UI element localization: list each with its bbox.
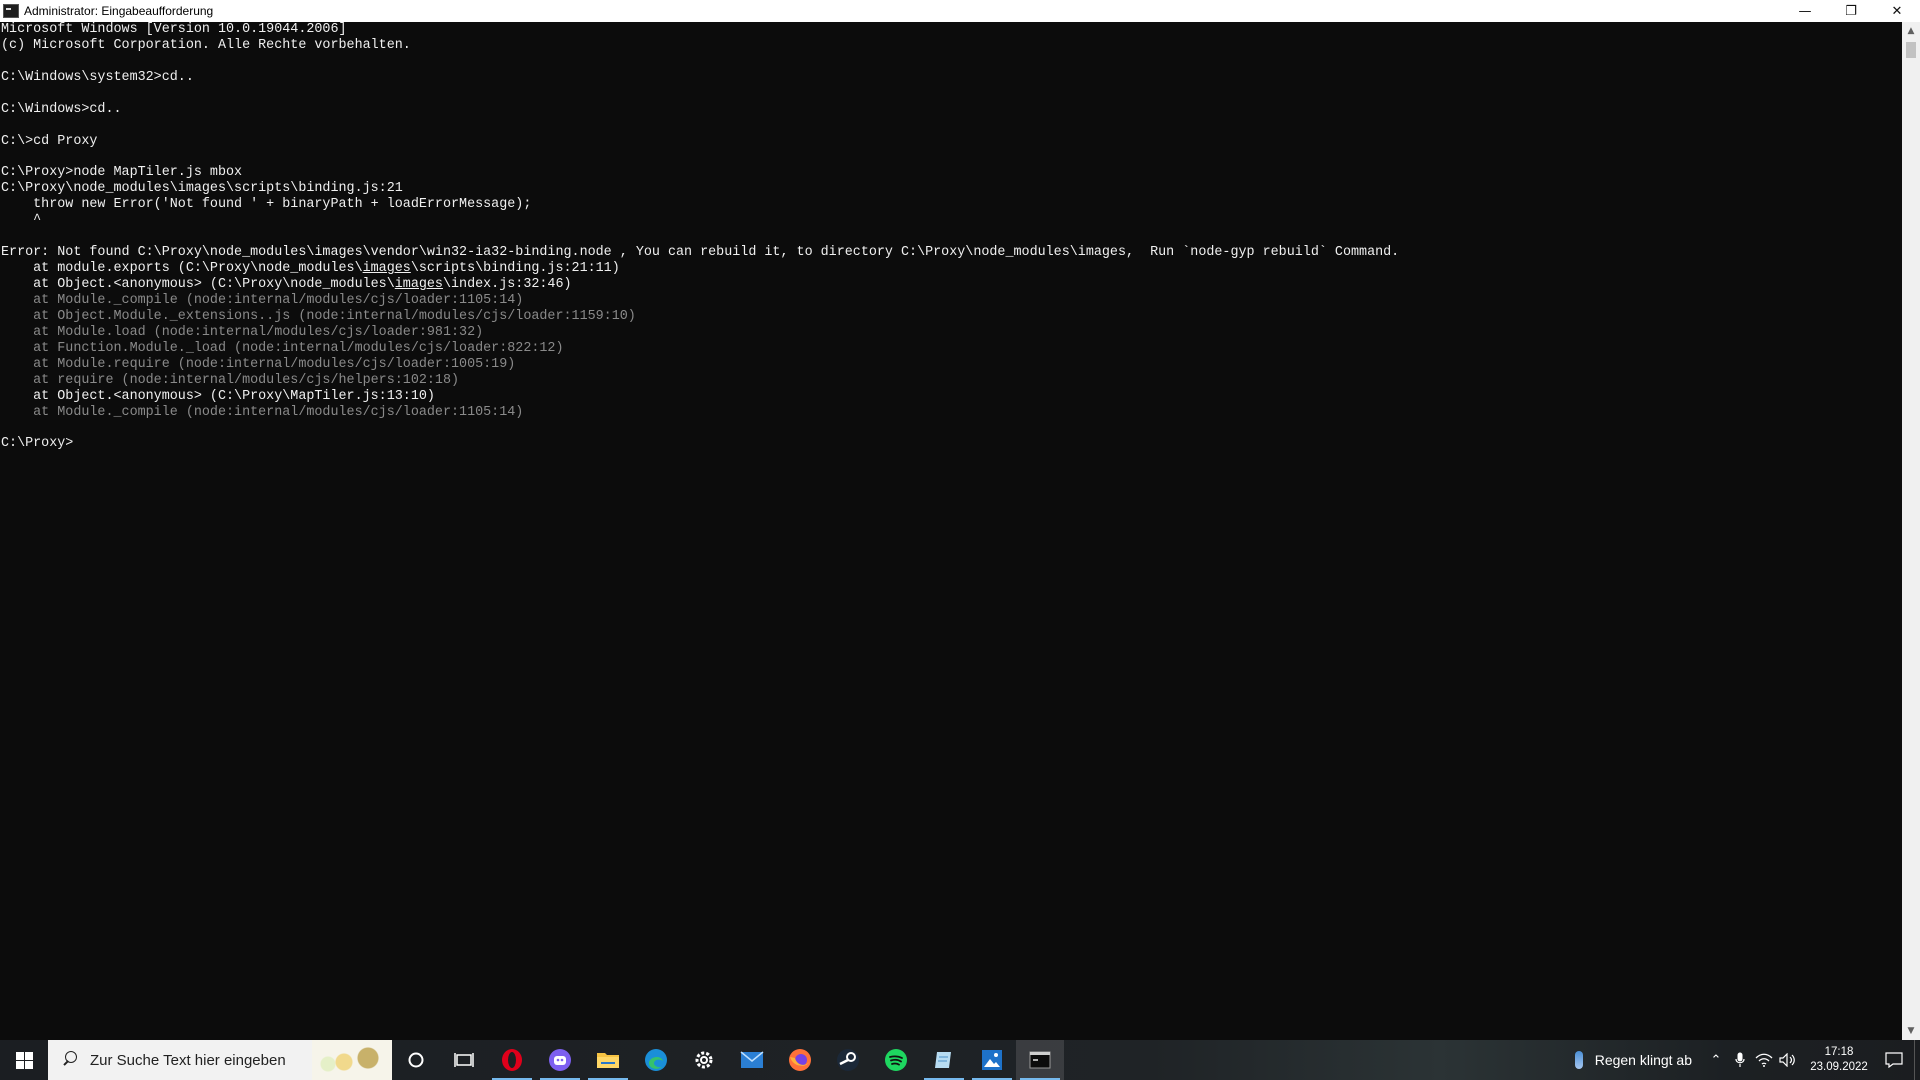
volume-icon[interactable] bbox=[1776, 1040, 1800, 1080]
weather-widget[interactable]: Regen klingt ab bbox=[1574, 1051, 1692, 1069]
trace-text: \scripts\binding.js:21:11) bbox=[410, 261, 620, 277]
console-line: C:\>cd Proxy bbox=[1, 133, 98, 149]
rain-drop-icon bbox=[1574, 1051, 1583, 1069]
error-message-line: Error: Not found C:\Proxy\node_modules\i… bbox=[1, 245, 1400, 261]
notification-icon bbox=[1885, 1052, 1903, 1068]
stack-trace-line: at Module.require (node:internal/modules… bbox=[1, 356, 516, 372]
taskbar: Zur Suche Text hier eingeben Regen kling… bbox=[0, 1040, 1920, 1080]
spotify-icon bbox=[885, 1049, 907, 1071]
vertical-scrollbar[interactable]: ▲ ▼ bbox=[1902, 22, 1920, 1040]
stack-trace-line: at Object.Module._extensions..js (node:i… bbox=[1, 308, 636, 324]
trace-text: at Object.<anonymous> (C:\Proxy\node_mod… bbox=[1, 277, 395, 292]
taskbar-settings[interactable] bbox=[680, 1040, 728, 1080]
windows-logo-icon bbox=[15, 1051, 33, 1069]
task-view-button[interactable] bbox=[440, 1040, 488, 1080]
stack-trace-line: at Object.<anonymous> (C:\Proxy\MapTiler… bbox=[1, 388, 435, 404]
show-desktop-button[interactable] bbox=[1914, 1040, 1920, 1080]
wifi-icon[interactable] bbox=[1752, 1040, 1776, 1080]
taskbar-file-explorer[interactable] bbox=[584, 1040, 632, 1080]
console-output[interactable]: Microsoft Windows [Version 10.0.19044.20… bbox=[0, 22, 1902, 1040]
command-prompt-line[interactable]: C:\Proxy> bbox=[0, 436, 1902, 452]
minimize-button[interactable]: — bbox=[1782, 0, 1828, 22]
stack-trace-line: at Module.load (node:internal/modules/cj… bbox=[1, 324, 484, 340]
restore-button[interactable]: ❐ bbox=[1828, 0, 1874, 22]
task-view-icon bbox=[454, 1053, 474, 1067]
close-button[interactable]: ✕ bbox=[1874, 0, 1920, 22]
console-line: C:\Proxy>node MapTiler.js mbox bbox=[1, 165, 243, 181]
scroll-up-arrow-icon[interactable]: ▲ bbox=[1902, 22, 1920, 40]
stack-trace-line: at require (node:internal/modules/cjs/he… bbox=[1, 372, 460, 388]
start-button[interactable] bbox=[0, 1040, 48, 1080]
clock[interactable]: 17:18 23.09.2022 bbox=[1804, 1045, 1874, 1075]
weather-text: Regen klingt ab bbox=[1594, 1052, 1692, 1068]
trace-path-link[interactable]: images bbox=[363, 261, 411, 276]
show-hidden-icons-chevron-icon[interactable]: ⌃ bbox=[1704, 1040, 1728, 1080]
console-line: C:\Windows>cd.. bbox=[1, 101, 122, 117]
console-line: Microsoft Windows [Version 10.0.19044.20… bbox=[1, 22, 347, 37]
window-title: Administrator: Eingabeaufforderung bbox=[24, 4, 214, 18]
taskbar-notepad[interactable] bbox=[920, 1040, 968, 1080]
taskbar-search-box[interactable]: Zur Suche Text hier eingeben bbox=[48, 1040, 392, 1080]
scrollbar-thumb[interactable] bbox=[1906, 42, 1916, 58]
microphone-icon[interactable] bbox=[1728, 1040, 1752, 1080]
search-placeholder: Zur Suche Text hier eingeben bbox=[90, 1051, 286, 1069]
gear-icon bbox=[695, 1051, 713, 1069]
photos-icon bbox=[982, 1050, 1002, 1070]
stack-trace-line: at Module._compile (node:internal/module… bbox=[1, 292, 524, 308]
action-center-button[interactable] bbox=[1874, 1040, 1914, 1080]
taskbar-mail[interactable] bbox=[728, 1040, 776, 1080]
taskbar-firefox[interactable] bbox=[776, 1040, 824, 1080]
folder-icon bbox=[597, 1053, 619, 1068]
trace-path-link[interactable]: images bbox=[395, 277, 443, 292]
taskbar-discord[interactable] bbox=[536, 1040, 584, 1080]
console-line: C:\Windows\system32>cd.. bbox=[1, 69, 194, 85]
firefox-icon bbox=[789, 1049, 811, 1071]
taskbar-steam[interactable] bbox=[824, 1040, 872, 1080]
clock-time: 17:18 bbox=[1824, 1046, 1854, 1058]
opera-icon bbox=[502, 1049, 522, 1071]
taskbar-photos[interactable] bbox=[968, 1040, 1016, 1080]
trace-text: \index.js:32:46) bbox=[442, 277, 572, 292]
stack-trace-line: at Object.<anonymous> (C:\Proxy\node_mod… bbox=[0, 277, 1902, 293]
cortana-button[interactable] bbox=[392, 1040, 440, 1080]
system-tray: Regen klingt ab ⌃ 17:18 23.09.2022 bbox=[1574, 1040, 1920, 1080]
steam-icon bbox=[837, 1049, 859, 1071]
cmd-icon bbox=[1029, 1051, 1051, 1069]
cmd-app-icon bbox=[3, 4, 19, 18]
console-line: (c) Microsoft Corporation. Alle Rechte v… bbox=[1, 37, 411, 53]
discord-icon bbox=[549, 1049, 571, 1071]
notepad-icon bbox=[935, 1052, 951, 1068]
search-icon bbox=[60, 1050, 80, 1070]
stack-trace-line: at Module._compile (node:internal/module… bbox=[1, 404, 524, 420]
edge-icon bbox=[645, 1049, 667, 1071]
taskbar-opera[interactable] bbox=[488, 1040, 536, 1080]
search-highlight-image bbox=[312, 1040, 392, 1080]
console-line: ^ bbox=[1, 213, 42, 229]
window-controls: — ❐ ✕ bbox=[1782, 0, 1920, 22]
title-bar[interactable]: Administrator: Eingabeaufforderung — ❐ ✕ bbox=[0, 0, 1920, 22]
stack-trace-line: at Function.Module._load (node:internal/… bbox=[1, 340, 564, 356]
console-line: C:\Proxy\node_modules\images\scripts\bin… bbox=[1, 181, 403, 197]
trace-text: at module.exports (C:\Proxy\node_modules… bbox=[1, 261, 363, 277]
clock-date: 23.09.2022 bbox=[1810, 1061, 1868, 1073]
scroll-down-arrow-icon[interactable]: ▼ bbox=[1902, 1022, 1920, 1040]
taskbar-edge[interactable] bbox=[632, 1040, 680, 1080]
cortana-circle-icon bbox=[408, 1052, 424, 1068]
taskbar-command-prompt[interactable] bbox=[1016, 1040, 1064, 1080]
taskbar-spotify[interactable] bbox=[872, 1040, 920, 1080]
mail-icon bbox=[740, 1051, 764, 1068]
stack-trace-line: at module.exports (C:\Proxy\node_modules… bbox=[0, 261, 1902, 277]
console-line: throw new Error('Not found ' + binaryPat… bbox=[1, 197, 532, 213]
